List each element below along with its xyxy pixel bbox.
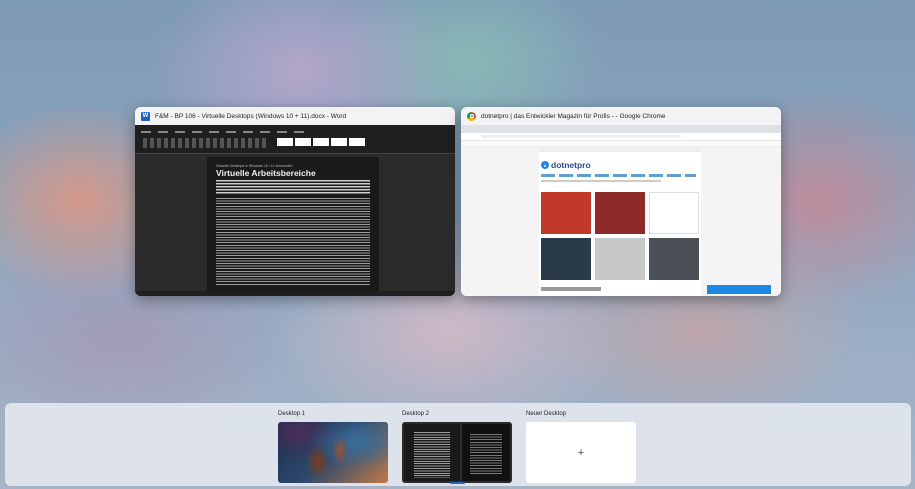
article-tile xyxy=(595,238,645,280)
article-tile xyxy=(541,238,591,280)
dotnetpro-logo: d dotnetpro xyxy=(541,160,591,170)
window-title: F&M - BP 106 - Virtuelle Desktops (Windo… xyxy=(155,112,347,120)
task-view-window-word[interactable]: W F&M - BP 106 - Virtuelle Desktops (Win… xyxy=(135,107,455,296)
word-preview: Virtuelle Desktops in Windows 10 / 11 ve… xyxy=(135,125,455,296)
website-content: d dotnetpro xyxy=(461,147,781,296)
desktop-label: Neuer Desktop xyxy=(526,411,567,417)
logo-icon: d xyxy=(541,161,549,169)
word-statusbar xyxy=(135,291,455,296)
desktop-thumbnail[interactable] xyxy=(402,422,512,483)
virtual-desktop-bar: Desktop 1 Desktop 2 Neuer Desktop + xyxy=(5,403,911,486)
chrome-address-bar xyxy=(461,133,781,141)
article-tile xyxy=(649,192,699,234)
new-desktop[interactable]: Neuer Desktop + xyxy=(526,410,636,483)
site-navigation xyxy=(541,174,696,177)
chrome-preview: d dotnetpro xyxy=(461,125,781,296)
document-lead xyxy=(216,180,370,195)
desktop-thumbnail[interactable] xyxy=(278,422,388,483)
chrome-tabstrip xyxy=(461,125,781,133)
active-desktop-indicator xyxy=(450,482,465,484)
new-desktop-button[interactable]: + xyxy=(526,422,636,483)
document-heading: Virtuelle Arbeitsbereiche xyxy=(216,168,316,178)
window-titlebar[interactable]: W F&M - BP 106 - Virtuelle Desktops (Win… xyxy=(135,107,455,125)
plus-icon: + xyxy=(577,446,585,459)
desktop-label: Desktop 2 xyxy=(402,411,430,417)
article-tile xyxy=(595,192,645,234)
desktop-1[interactable]: Desktop 1 xyxy=(278,410,388,483)
desktop-label: Desktop 1 xyxy=(278,411,306,417)
document-body-text xyxy=(216,198,370,287)
chrome-icon xyxy=(467,111,476,121)
window-titlebar[interactable]: dotnetpro | das Entwickler Magazin für P… xyxy=(461,107,781,125)
promo-button xyxy=(707,285,771,294)
article-tile xyxy=(649,238,699,280)
task-view-window-chrome[interactable]: dotnetpro | das Entwickler Magazin für P… xyxy=(461,107,781,296)
site-subnav xyxy=(541,180,661,182)
word-icon: W xyxy=(141,111,150,121)
desktop-2[interactable]: Desktop 2 xyxy=(402,410,512,483)
document-page: Virtuelle Desktops in Windows 10 / 11 ve… xyxy=(207,157,379,296)
article-tile xyxy=(541,192,591,234)
window-title: dotnetpro | das Entwickler Magazin für P… xyxy=(481,112,666,120)
word-ribbon xyxy=(135,125,455,154)
